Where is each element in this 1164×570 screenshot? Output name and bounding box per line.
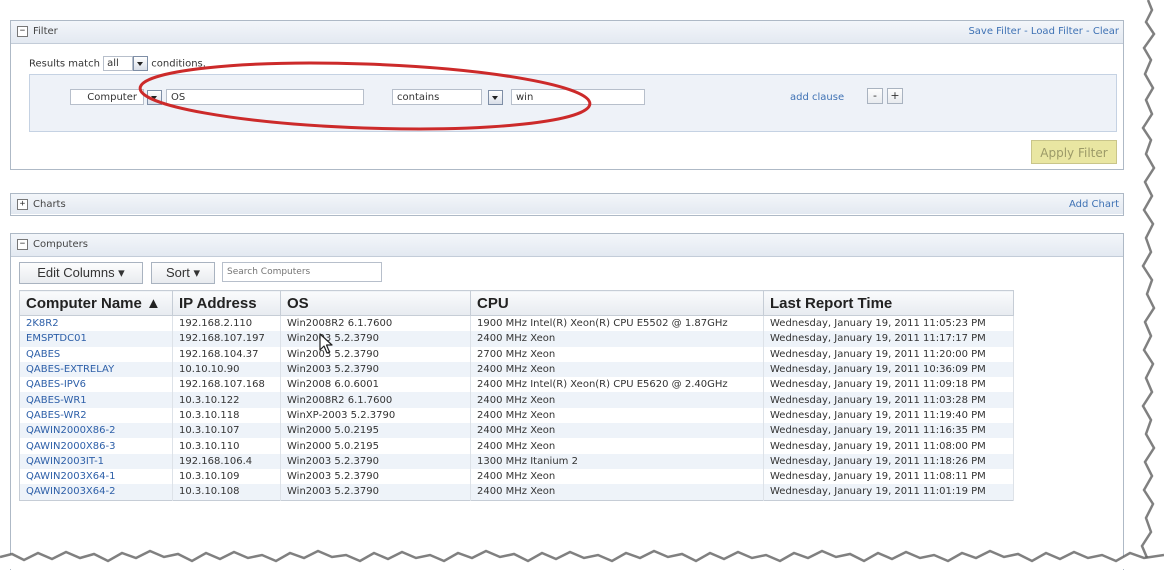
cell-cpu: 2400 MHz Intel(R) Xeon(R) CPU E5620 @ 2.…	[470, 377, 764, 393]
cell-last-report-time: Wednesday, January 19, 2011 11:17:17 PM	[763, 331, 1014, 347]
computers-header: − Computers	[11, 234, 1123, 257]
cell-cpu: 2400 MHz Xeon	[470, 438, 764, 454]
cell-last-report-time: Wednesday, January 19, 2011 11:19:40 PM	[763, 407, 1014, 424]
column-header-last-report-time[interactable]: Last Report Time	[763, 290, 1014, 316]
cell-last-report-time: Wednesday, January 19, 2011 11:03:28 PM	[763, 392, 1014, 408]
cell-os: Win2008R2 6.1.7600	[280, 315, 471, 332]
cell-cpu: 2400 MHz Xeon	[470, 331, 764, 347]
cell-computer-name[interactable]: 2K8R2	[19, 315, 173, 332]
cell-cpu: 2400 MHz Xeon	[470, 361, 764, 378]
cell-computer-name[interactable]: QAWIN2003X64-1	[19, 468, 173, 485]
cell-ip-address: 192.168.107.168	[172, 377, 281, 393]
cell-ip-address: 10.3.10.109	[172, 468, 281, 485]
table-row[interactable]: QABES-EXTRELAY 10.10.10.90 Win2003 5.2.3…	[19, 361, 1014, 378]
cell-os: Win2003 5.2.3790	[280, 484, 471, 501]
table-row[interactable]: QAWIN2003X64-2 10.3.10.108 Win2003 5.2.3…	[19, 484, 1014, 501]
cell-os: Win2003 5.2.3790	[280, 468, 471, 485]
table-row[interactable]: EMSPTDC01 192.168.107.197 Win2003 5.2.37…	[19, 331, 1014, 347]
cell-os: Win2000 5.0.2195	[280, 438, 471, 454]
table-row[interactable]: QAWIN2003IT-1 192.168.106.4 Win2003 5.2.…	[19, 453, 1014, 469]
cell-ip-address: 10.3.10.108	[172, 484, 281, 501]
table-row[interactable]: QAWIN2003X64-1 10.3.10.109 Win2003 5.2.3…	[19, 468, 1014, 485]
cell-computer-name[interactable]: QAWIN2003IT-1	[19, 453, 173, 469]
column-header-cpu[interactable]: CPU	[470, 290, 764, 316]
collapse-icon[interactable]: −	[17, 239, 28, 250]
cell-ip-address: 10.3.10.107	[172, 423, 281, 439]
cell-ip-address: 10.3.10.118	[172, 407, 281, 424]
cell-os: Win2008 6.0.6001	[280, 377, 471, 393]
column-header-os[interactable]: OS	[280, 290, 471, 316]
cell-computer-name[interactable]: QABES-IPV6	[19, 377, 173, 393]
computers-panel: − Computers Edit Columns ▾ Sort ▾ Comput…	[10, 233, 1124, 570]
cell-ip-address: 192.168.104.37	[172, 346, 281, 362]
table-row[interactable]: QAWIN2000X86-2 10.3.10.107 Win2000 5.0.2…	[19, 423, 1014, 439]
sort-ascending-icon: ▲	[146, 294, 161, 312]
table-header-row: Computer Name ▲ IP Address OS CPU Last R…	[19, 290, 1014, 316]
table-row[interactable]: QABES-WR1 10.3.10.122 Win2008R2 6.1.7600…	[19, 392, 1014, 408]
column-header-ip-address[interactable]: IP Address	[172, 290, 281, 316]
cell-cpu: 2700 MHz Xeon	[470, 346, 764, 362]
cell-computer-name[interactable]: QABES-EXTRELAY	[19, 361, 173, 378]
search-computers-input[interactable]	[222, 262, 382, 282]
cell-last-report-time: Wednesday, January 19, 2011 11:08:00 PM	[763, 438, 1014, 454]
sort-button[interactable]: Sort ▾	[151, 262, 215, 284]
cell-ip-address: 10.3.10.122	[172, 392, 281, 408]
cell-os: Win2003 5.2.3790	[280, 361, 471, 378]
charts-title: Charts	[33, 199, 66, 210]
torn-edge-right	[1140, 0, 1164, 569]
cell-computer-name[interactable]: QAWIN2000X86-3	[19, 438, 173, 454]
cell-cpu: 2400 MHz Xeon	[470, 468, 764, 485]
expand-icon[interactable]: +	[17, 199, 28, 210]
table-row[interactable]: QABES 192.168.104.37 Win2003 5.2.3790 27…	[19, 346, 1014, 362]
charts-panel: + Charts Add Chart	[10, 193, 1124, 216]
cell-ip-address: 10.10.10.90	[172, 361, 281, 378]
cell-os: WinXP-2003 5.2.3790	[280, 407, 471, 424]
cell-last-report-time: Wednesday, January 19, 2011 11:18:26 PM	[763, 453, 1014, 469]
cell-ip-address: 192.168.106.4	[172, 453, 281, 469]
cell-last-report-time: Wednesday, January 19, 2011 11:20:00 PM	[763, 346, 1014, 362]
cell-cpu: 1300 MHz Itanium 2	[470, 453, 764, 469]
cell-computer-name[interactable]: QABES	[19, 346, 173, 362]
column-header-label: Computer Name	[26, 294, 142, 312]
cell-os: Win2003 5.2.3790	[280, 453, 471, 469]
computers-title: Computers	[33, 239, 88, 250]
cell-os: Win2003 5.2.3790	[280, 346, 471, 362]
table-row[interactable]: QABES-WR2 10.3.10.118 WinXP-2003 5.2.379…	[19, 407, 1014, 424]
cell-computer-name[interactable]: QABES-WR2	[19, 407, 173, 424]
cell-computer-name[interactable]: QAWIN2003X64-2	[19, 484, 173, 501]
cell-last-report-time: Wednesday, January 19, 2011 10:36:09 PM	[763, 361, 1014, 378]
cell-ip-address: 192.168.2.110	[172, 315, 281, 332]
cell-os: Win2008R2 6.1.7600	[280, 392, 471, 408]
cell-computer-name[interactable]: QABES-WR1	[19, 392, 173, 408]
add-chart-link[interactable]: Add Chart	[1069, 199, 1119, 210]
cell-computer-name[interactable]: EMSPTDC01	[19, 331, 173, 347]
column-header-computer-name[interactable]: Computer Name ▲	[19, 290, 173, 316]
computers-table: Computer Name ▲ IP Address OS CPU Last R…	[19, 290, 1014, 501]
cell-last-report-time: Wednesday, January 19, 2011 11:01:19 PM	[763, 484, 1014, 501]
mouse-cursor-icon	[319, 333, 333, 354]
torn-edge-bottom	[0, 549, 1164, 569]
charts-header: + Charts Add Chart	[11, 194, 1123, 214]
table-row[interactable]: QAWIN2000X86-3 10.3.10.110 Win2000 5.0.2…	[19, 438, 1014, 454]
cell-last-report-time: Wednesday, January 19, 2011 11:08:11 PM	[763, 468, 1014, 485]
cell-cpu: 2400 MHz Xeon	[470, 484, 764, 501]
cell-os: Win2000 5.0.2195	[280, 423, 471, 439]
cell-last-report-time: Wednesday, January 19, 2011 11:05:23 PM	[763, 315, 1014, 332]
table-row[interactable]: 2K8R2 192.168.2.110 Win2008R2 6.1.7600 1…	[19, 315, 1014, 332]
edit-columns-button[interactable]: Edit Columns ▾	[19, 262, 143, 284]
cell-last-report-time: Wednesday, January 19, 2011 11:09:18 PM	[763, 377, 1014, 393]
cell-last-report-time: Wednesday, January 19, 2011 11:16:35 PM	[763, 423, 1014, 439]
cell-ip-address: 10.3.10.110	[172, 438, 281, 454]
table-row[interactable]: QABES-IPV6 192.168.107.168 Win2008 6.0.6…	[19, 377, 1014, 393]
cell-cpu: 2400 MHz Xeon	[470, 392, 764, 408]
cell-cpu: 1900 MHz Intel(R) Xeon(R) CPU E5502 @ 1.…	[470, 315, 764, 332]
cell-computer-name[interactable]: QAWIN2000X86-2	[19, 423, 173, 439]
cell-cpu: 2400 MHz Xeon	[470, 407, 764, 424]
cell-ip-address: 192.168.107.197	[172, 331, 281, 347]
cell-cpu: 2400 MHz Xeon	[470, 423, 764, 439]
cell-os: Win2003 5.2.3790	[280, 331, 471, 347]
